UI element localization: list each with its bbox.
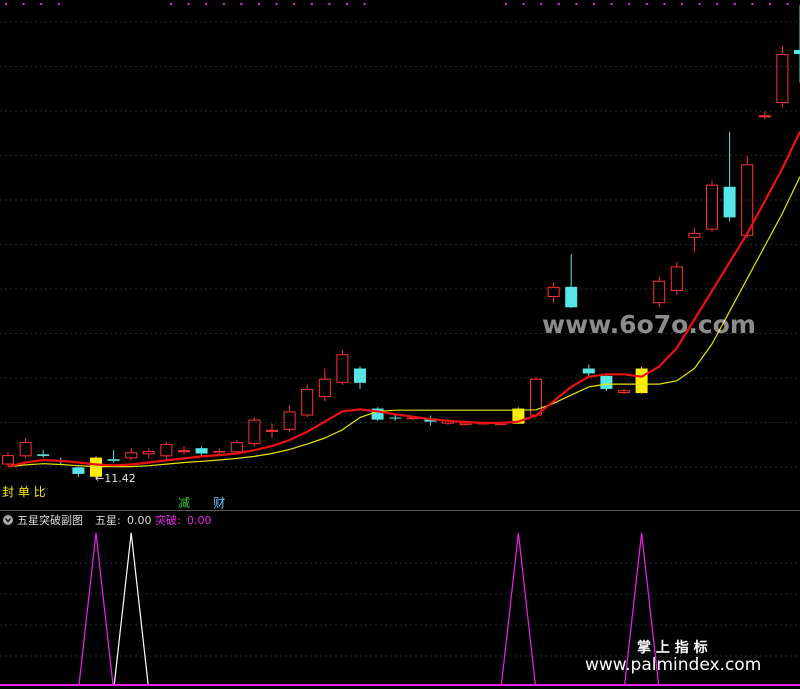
candle-body bbox=[389, 417, 402, 419]
watermark-bottom-url: www.palmindex.com bbox=[585, 655, 761, 675]
top-dot bbox=[258, 3, 260, 5]
top-dot bbox=[5, 3, 7, 5]
legend-tupo-value: 0.00 bbox=[187, 514, 212, 527]
top-dot bbox=[22, 3, 25, 5]
top-dot bbox=[205, 3, 208, 5]
top-dot bbox=[522, 3, 525, 5]
legend-wuxing-label: 五星: bbox=[95, 514, 121, 527]
candle-body bbox=[600, 375, 613, 389]
top-dot bbox=[786, 3, 789, 5]
top-dot bbox=[505, 3, 507, 5]
candle-body bbox=[582, 368, 595, 374]
top-dot bbox=[170, 3, 172, 5]
low-price-label: ←11.42 bbox=[95, 472, 136, 485]
sub-panel-header: 五星突破副图 五星: 0.00 突破: 0.00 bbox=[3, 513, 212, 527]
candle-body bbox=[794, 49, 800, 55]
top-dot bbox=[628, 3, 631, 5]
candle-body bbox=[37, 454, 50, 456]
marker-label: 减 bbox=[178, 496, 190, 510]
candle-body bbox=[635, 368, 648, 394]
candle-body bbox=[213, 451, 226, 453]
candle bbox=[600, 374, 613, 391]
marker-label: 财 bbox=[213, 496, 225, 510]
top-dot bbox=[240, 3, 243, 5]
top-dot bbox=[275, 3, 278, 5]
candle-body bbox=[195, 448, 208, 454]
collapse-icon[interactable] bbox=[3, 515, 13, 525]
top-dot bbox=[40, 3, 43, 5]
top-dot bbox=[540, 3, 543, 5]
top-dot bbox=[593, 3, 595, 5]
candle-body bbox=[354, 368, 366, 383]
top-dot bbox=[645, 3, 648, 5]
top-dot bbox=[769, 3, 771, 5]
top-dot bbox=[557, 3, 560, 5]
sub-panel-title: 五星突破副图 bbox=[17, 513, 83, 527]
top-dot bbox=[733, 3, 736, 5]
top-dot bbox=[681, 3, 683, 5]
top-dot bbox=[328, 3, 331, 5]
top-dot bbox=[57, 3, 60, 5]
top-dot bbox=[293, 3, 296, 5]
watermark-center: www.6o7o.com bbox=[542, 310, 756, 339]
top-dot bbox=[346, 3, 348, 5]
watermark-bottom-title: 掌 上 指 标 bbox=[637, 639, 708, 656]
top-dot bbox=[222, 3, 225, 5]
candle-body bbox=[723, 186, 736, 218]
top-dot bbox=[575, 3, 578, 5]
top-dot bbox=[751, 3, 754, 5]
bottom-left-label: 封 单 比 bbox=[2, 485, 46, 499]
candle bbox=[635, 366, 648, 394]
top-dot bbox=[310, 3, 313, 5]
stock-chart: 减 财 ←11.42 封 单 比 www.6o7o.com 五星突破副图 五星: … bbox=[0, 0, 800, 689]
top-dot bbox=[363, 3, 366, 5]
candle-body bbox=[565, 286, 578, 308]
top-dot bbox=[663, 3, 666, 5]
top-dot bbox=[698, 3, 701, 5]
legend-tupo-label: 突破: bbox=[155, 513, 181, 527]
candle-body bbox=[72, 467, 85, 474]
top-dot bbox=[716, 3, 719, 5]
candle-body bbox=[107, 459, 120, 461]
top-dot bbox=[610, 3, 613, 5]
legend-wuxing-value: 0.00 bbox=[127, 514, 152, 527]
candle bbox=[371, 407, 384, 421]
top-dot bbox=[187, 3, 190, 5]
